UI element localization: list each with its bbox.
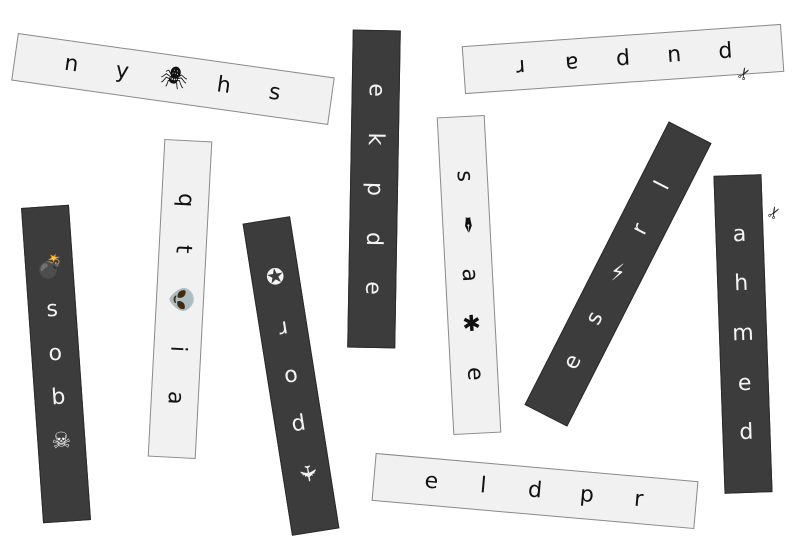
strip-10-letter-4: p — [578, 481, 595, 509]
strip-7[interactable]: s ✒ a ✱ e — [436, 114, 502, 436]
strip-1-letter-4: h — [215, 72, 233, 99]
strip-4-letter-4: b — [50, 384, 67, 411]
strip-9-letter-3: m — [731, 320, 755, 347]
strip-3-letter-2: u — [666, 42, 683, 69]
strip-3-letter-5: r — [515, 53, 527, 80]
strip-2-letter-4: d — [361, 231, 387, 246]
strip-7-letter-1: s — [451, 169, 478, 183]
airplane-icon: ✈ — [293, 462, 321, 485]
strip-8-letter-1: l — [650, 176, 676, 194]
strip-1-letter-1: n — [62, 50, 81, 78]
strip-9-letter-1: a — [732, 221, 747, 247]
strip-10-letter-1: e — [423, 468, 440, 495]
strip-7-letter-5: e — [461, 366, 488, 382]
skull-crossbones-icon: ☠ — [50, 428, 73, 455]
strip-2-letter-5: e — [360, 281, 386, 296]
strip-5-letter-4: i — [165, 344, 191, 353]
strip-8-letter-4: s — [581, 307, 609, 329]
strip-1-letter-5: s — [267, 79, 283, 106]
strip-9[interactable]: a h m e d — [713, 174, 773, 494]
strip-8[interactable]: l r ⚡ s e — [524, 121, 712, 427]
strip-10-letter-3: d — [526, 477, 544, 504]
strip-9-letter-4: e — [737, 370, 752, 396]
strip-4-letter-2: s — [45, 296, 59, 323]
strip-4[interactable]: 💣 s o b ☠ — [21, 204, 91, 524]
bomb-icon: 💣 — [35, 254, 65, 282]
strip-3-letter-3: p — [615, 46, 631, 73]
strip-3-letter-1: p — [717, 39, 734, 66]
strip-2-letter-2: k — [362, 132, 388, 146]
strip-7-letter-3: a — [456, 267, 483, 283]
strip-1[interactable]: n y 🕷 h s — [11, 32, 335, 126]
strip-10-letter-2: l — [479, 473, 488, 499]
star-circle-icon: ✪ — [264, 264, 287, 292]
strip-5-letter-2: t — [170, 244, 196, 255]
spider-icon: 🕷 — [158, 64, 190, 93]
asterisk-icon: ✱ — [461, 311, 482, 338]
strip-2-letter-1: e — [363, 82, 389, 97]
strip-8-letter-5: e — [558, 350, 587, 374]
strip-5[interactable]: q t 👽 i a — [147, 138, 213, 460]
strip-4-letter-3: o — [47, 340, 63, 367]
strip-6[interactable]: ✪ r o p ✈ — [242, 216, 340, 536]
strip-5-letter-1: q — [172, 192, 199, 208]
strip-1-letter-2: y — [114, 58, 131, 85]
strip-2-letter-3: p — [361, 181, 388, 197]
scissors-icon-2: ✂ — [762, 202, 786, 224]
strip-6-letter-4: p — [289, 411, 308, 439]
strip-10[interactable]: e l d p r — [371, 452, 699, 530]
strip-3[interactable]: p u p a r — [461, 23, 785, 95]
strip-2[interactable]: e k p d e — [347, 29, 401, 349]
strip-6-letter-2: r — [276, 314, 290, 341]
strip-3-letter-4: a — [564, 50, 580, 77]
strip-9-letter-2: h — [733, 271, 749, 297]
strip-10-letter-5: r — [633, 486, 645, 513]
strip-6-letter-3: o — [282, 363, 300, 390]
alien-icon: 👽 — [167, 285, 194, 315]
strip-9-letter-5: d — [739, 419, 754, 446]
lightning-icon: ⚡ — [609, 260, 627, 287]
strip-8-letter-2: r — [626, 219, 654, 240]
pen-nib-icon: ✒ — [453, 215, 480, 236]
strip-5-letter-5: a — [162, 390, 189, 406]
